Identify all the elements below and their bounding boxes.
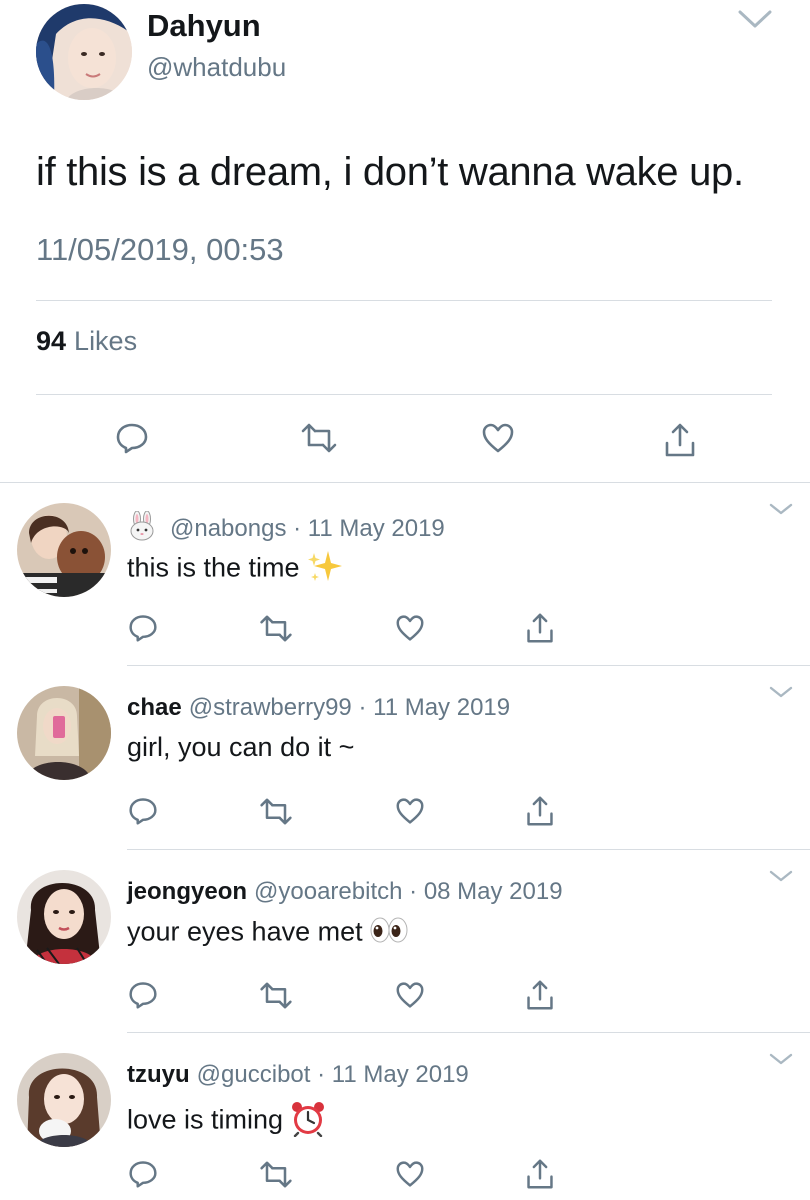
retweet-icon[interactable]	[256, 794, 296, 828]
reply-author-handle[interactable]: @yooarebitch	[254, 878, 402, 905]
reply-tweet[interactable]: tzuyu @guccibot · 11 May 2019 love is tim…	[0, 1033, 810, 1200]
reply-author-handle[interactable]: @strawberry99	[189, 694, 352, 721]
sparkles-emoji	[306, 549, 344, 590]
chevron-down-icon[interactable]	[737, 8, 773, 35]
reply-text-row: this is the time	[127, 549, 344, 590]
likes-count-row[interactable]: 94 Likes	[36, 326, 137, 357]
reply-text-row: love is timing	[127, 1099, 327, 1144]
reply-header: @nabongs · 11 May 2019	[127, 510, 445, 548]
share-icon[interactable]	[522, 976, 558, 1014]
reply-date[interactable]: 11 May 2019	[373, 694, 510, 721]
alarm-clock-emoji	[289, 1099, 327, 1144]
like-icon[interactable]	[476, 418, 520, 458]
reply-header: tzuyu @guccibot · 11 May 2019	[127, 1061, 469, 1089]
chevron-down-icon[interactable]	[768, 684, 794, 705]
separator-dot: ·	[317, 1061, 326, 1088]
reply-avatar[interactable]	[17, 870, 111, 964]
reply-header: chae @strawberry99 · 11 May 2019	[127, 694, 510, 722]
separator-dot: ·	[293, 514, 302, 542]
author-handle[interactable]: @whatdubu	[147, 52, 286, 83]
like-icon[interactable]	[392, 978, 428, 1012]
reply-icon[interactable]	[126, 794, 160, 828]
retweet-icon[interactable]	[294, 418, 344, 458]
reply-tweet[interactable]: chae @strawberry99 · 11 May 2019 girl, yo…	[0, 666, 810, 849]
eyes-emoji	[369, 916, 409, 951]
reply-tweet[interactable]: jeongyeon @yooarebitch · 08 May 2019 your…	[0, 850, 810, 1033]
separator-dot: ·	[358, 694, 367, 721]
divider	[36, 394, 772, 395]
tweet-text: if this is a dream, i don’t wanna wake u…	[36, 150, 744, 194]
reply-avatar[interactable]	[17, 686, 111, 780]
reply-text: girl, you can do it ~	[127, 732, 355, 762]
reply-header: jeongyeon @yooarebitch · 08 May 2019	[127, 878, 563, 906]
share-icon[interactable]	[522, 609, 558, 647]
separator-dot: ·	[409, 878, 418, 905]
reply-text: this is the time	[127, 552, 300, 583]
reply-text: your eyes have met	[127, 916, 363, 947]
reply-icon[interactable]	[110, 418, 154, 458]
likes-count: 94	[36, 326, 67, 356]
reply-author-handle[interactable]: @guccibot	[197, 1061, 311, 1088]
reply-date[interactable]: 08 May 2019	[424, 878, 563, 905]
reply-author-name[interactable]: tzuyu	[127, 1061, 190, 1088]
author-name[interactable]: Dahyun	[147, 8, 261, 44]
chevron-down-icon[interactable]	[768, 1051, 794, 1072]
share-icon[interactable]	[522, 792, 558, 830]
reply-icon[interactable]	[126, 611, 160, 645]
reply-author-name[interactable]: jeongyeon	[127, 878, 247, 905]
reply-icon[interactable]	[126, 978, 160, 1012]
chevron-down-icon[interactable]	[768, 868, 794, 889]
main-tweet: Dahyun @whatdubu if this is a dream, i d…	[0, 0, 810, 480]
retweet-icon[interactable]	[256, 611, 296, 645]
author-avatar[interactable]	[36, 4, 132, 100]
share-icon[interactable]	[522, 1155, 558, 1193]
like-icon[interactable]	[392, 1157, 428, 1191]
reply-date[interactable]: 11 May 2019	[308, 515, 445, 542]
retweet-icon[interactable]	[256, 1157, 296, 1191]
reply-date[interactable]: 11 May 2019	[332, 1061, 469, 1088]
reply-author-name[interactable]: chae	[127, 694, 182, 721]
reply-avatar[interactable]	[17, 1053, 111, 1147]
reply-text-row: your eyes have met	[127, 916, 409, 951]
divider	[36, 300, 772, 301]
share-icon[interactable]	[658, 418, 702, 462]
chevron-down-icon[interactable]	[768, 501, 794, 522]
likes-label: Likes	[74, 326, 138, 356]
rabbit-face-emoji	[127, 510, 157, 548]
like-icon[interactable]	[392, 611, 428, 645]
tweet-timestamp[interactable]: 11/05/2019, 00:53	[36, 232, 284, 268]
reply-tweet[interactable]: @nabongs · 11 May 2019 this is the time	[0, 483, 810, 666]
reply-text: love is timing	[127, 1104, 284, 1135]
reply-avatar[interactable]	[17, 503, 111, 597]
reply-icon[interactable]	[126, 1157, 160, 1191]
reply-text-row: girl, you can do it ~	[127, 732, 354, 763]
like-icon[interactable]	[392, 794, 428, 828]
retweet-icon[interactable]	[256, 978, 296, 1012]
reply-author-handle[interactable]: @nabongs	[170, 515, 286, 542]
